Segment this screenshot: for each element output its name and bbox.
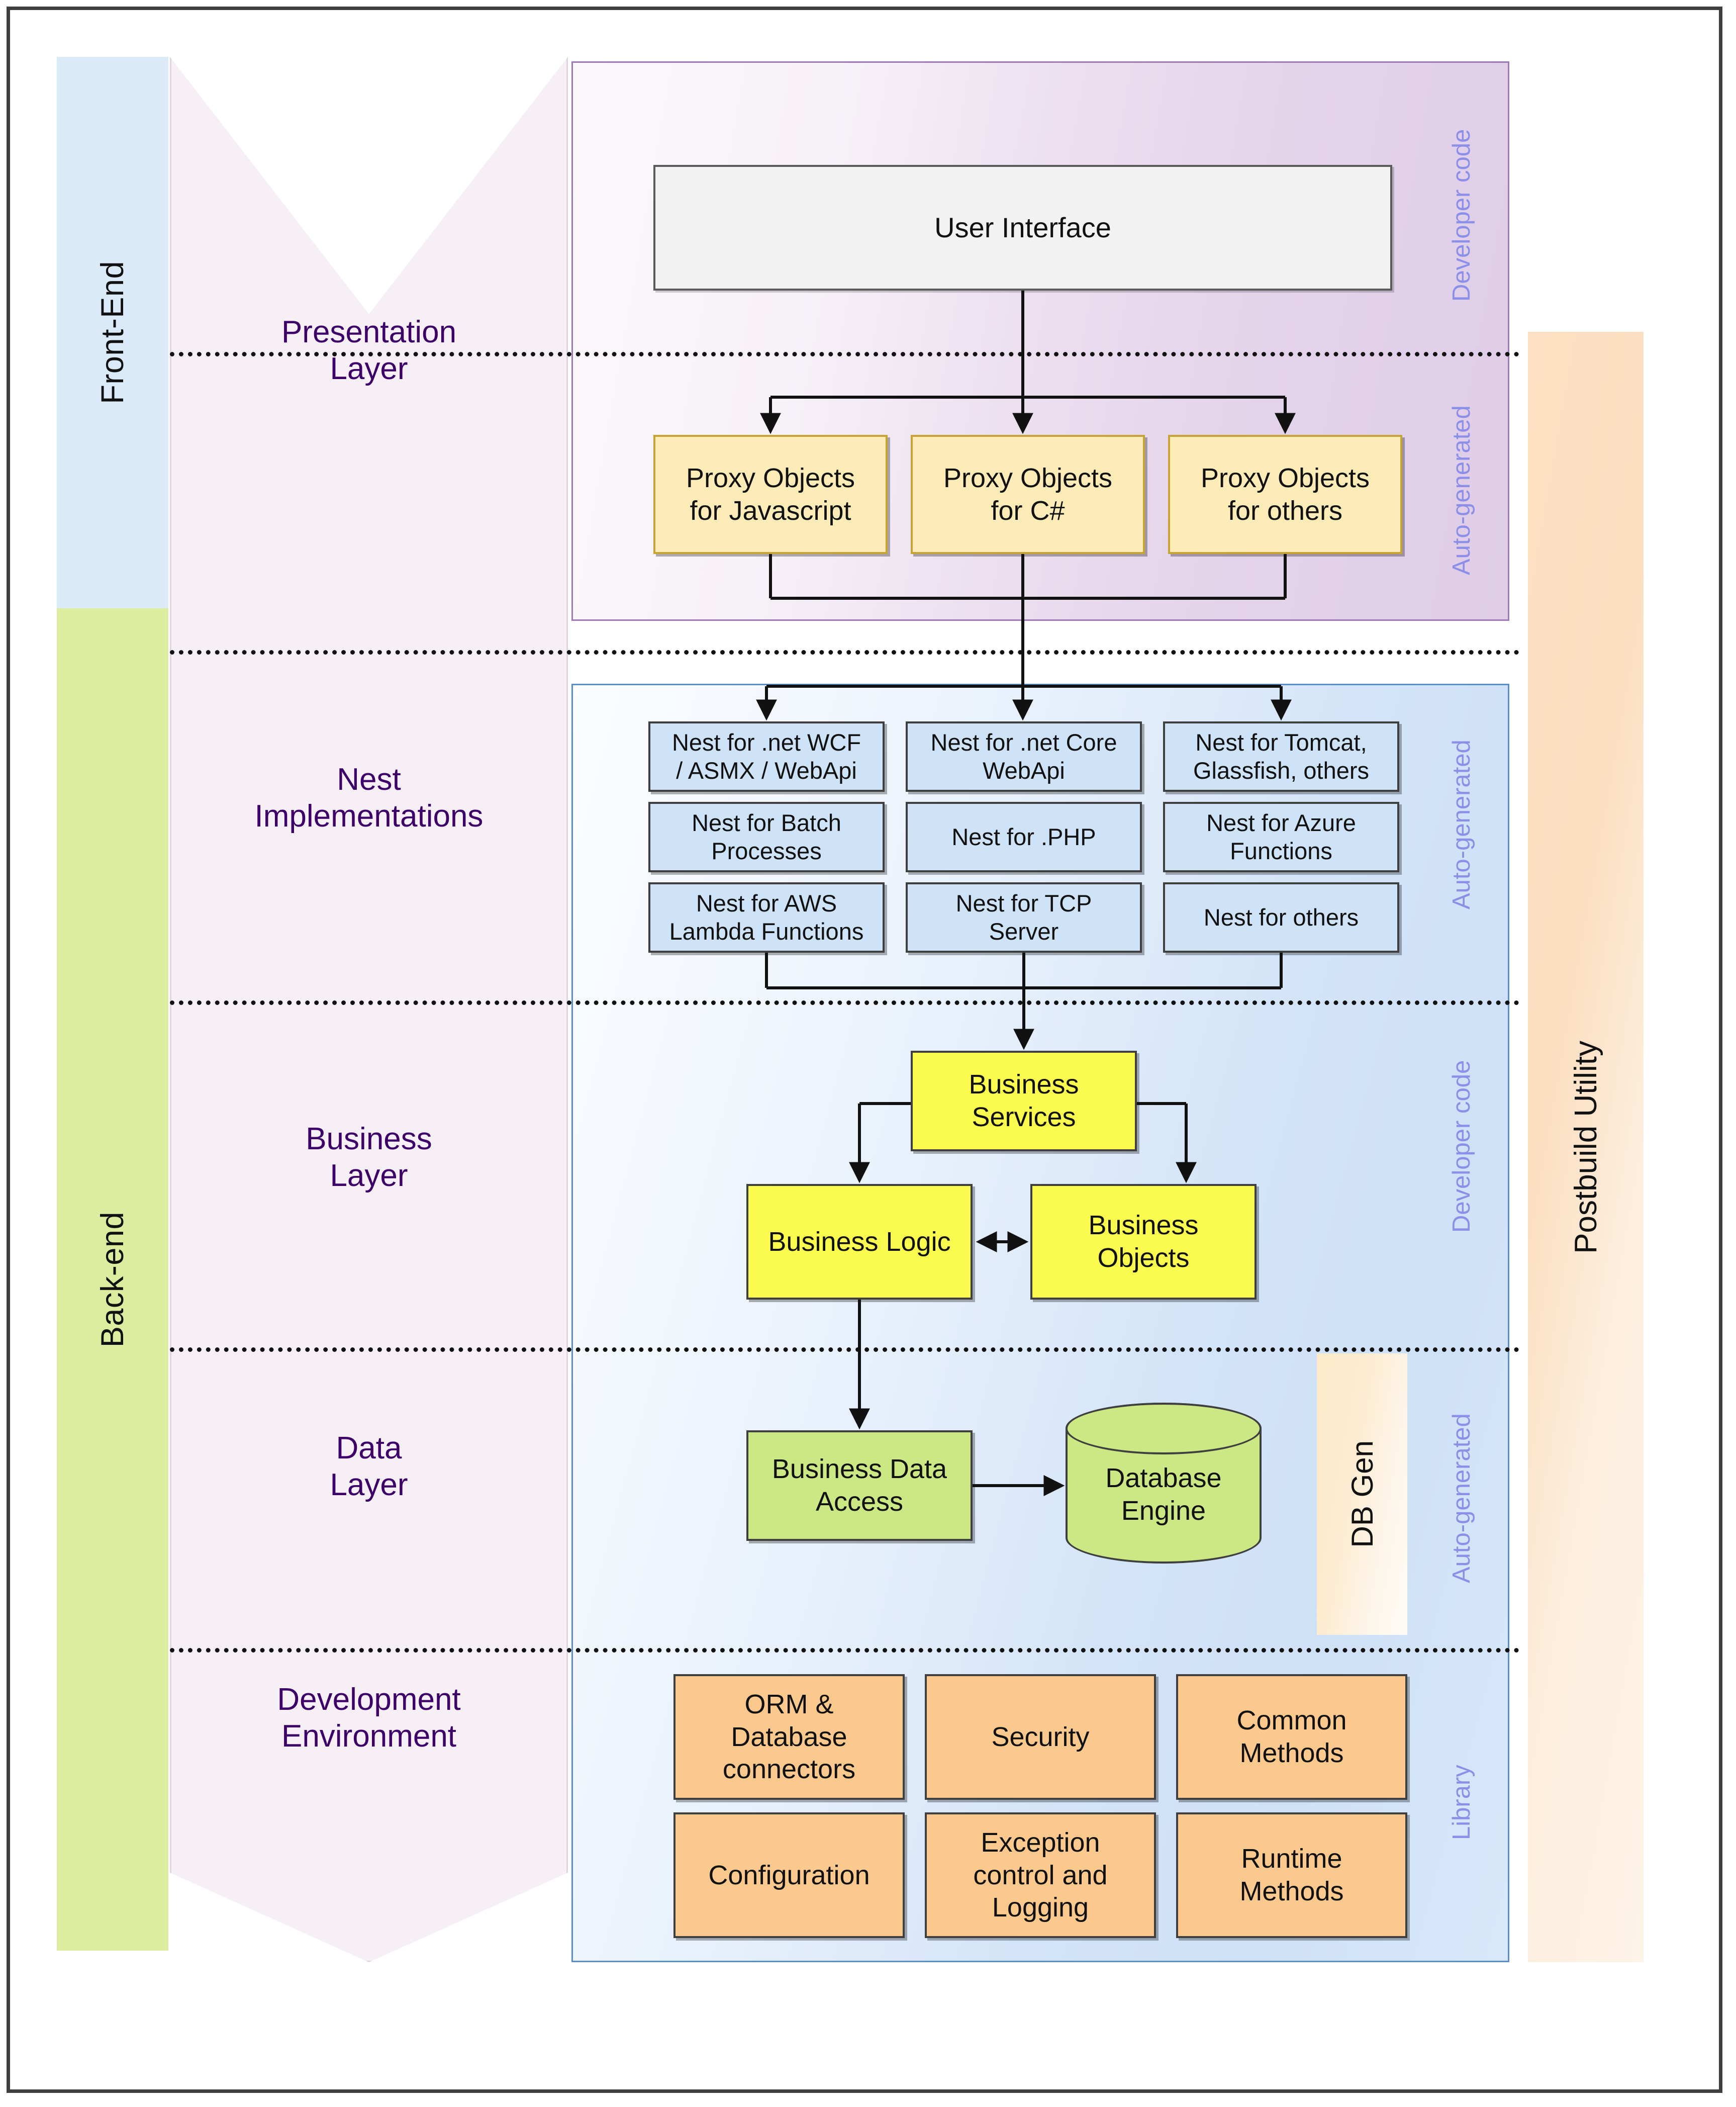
- tier-label-front-end: Front-End: [95, 261, 130, 404]
- tier-band-front-end: Front-End: [57, 57, 168, 608]
- node-proxy-objects-csharp[interactable]: Proxy Objects for C#: [911, 435, 1145, 554]
- node-nest-others[interactable]: Nest for others: [1163, 882, 1399, 953]
- side-note-auto-generated-presentation: Auto-generated: [1448, 405, 1475, 575]
- node-nest-dotnet-core-webapi[interactable]: Nest for .net Core WebApi: [906, 721, 1142, 792]
- tier-band-back-end: Back-end: [57, 608, 168, 1951]
- node-proxy-objects-javascript[interactable]: Proxy Objects for Javascript: [653, 435, 888, 554]
- node-nest-dotnet-wcf[interactable]: Nest for .net WCF / ASMX / WebApi: [648, 721, 885, 792]
- divider-nest-business: [170, 1000, 1519, 1005]
- node-nest-batch-processes[interactable]: Nest for Batch Processes: [648, 802, 885, 872]
- node-nest-azure-functions[interactable]: Nest for Azure Functions: [1163, 802, 1399, 872]
- architecture-diagram: Front-End Back-end Presentation Layer Ne…: [0, 0, 1736, 2107]
- side-note-auto-generated-nest: Auto-generated: [1448, 740, 1475, 909]
- db-gen-column: DB Gen: [1317, 1353, 1407, 1635]
- node-exception-control-logging[interactable]: Exception control and Logging: [925, 1812, 1156, 1938]
- node-security[interactable]: Security: [925, 1674, 1156, 1800]
- node-configuration[interactable]: Configuration: [673, 1812, 905, 1938]
- layer-label-nest: Nest Implementations: [254, 762, 484, 834]
- divider-presentation-split: [170, 352, 1519, 356]
- node-common-methods[interactable]: Common Methods: [1176, 1674, 1407, 1800]
- side-note-auto-generated-data: Auto-generated: [1448, 1413, 1475, 1583]
- node-proxy-objects-others[interactable]: Proxy Objects for others: [1168, 435, 1402, 554]
- divider-data-development: [170, 1648, 1519, 1653]
- node-orm-database-connectors[interactable]: ORM & Database connectors: [673, 1674, 905, 1800]
- db-gen-label: DB Gen: [1345, 1440, 1379, 1548]
- node-user-interface[interactable]: User Interface: [653, 165, 1392, 291]
- node-nest-tomcat-glassfish[interactable]: Nest for Tomcat, Glassfish, others: [1163, 721, 1399, 792]
- tier-label-back-end: Back-end: [95, 1211, 130, 1348]
- node-nest-tcp-server[interactable]: Nest for TCP Server: [906, 882, 1142, 953]
- layer-label-data: Data Layer: [330, 1431, 408, 1502]
- node-database-engine[interactable]: Database Engine: [1066, 1403, 1262, 1564]
- postbuild-utility-column: Postbuild Utility: [1528, 332, 1644, 1962]
- layer-label-presentation: Presentation Layer: [281, 315, 457, 386]
- divider-business-data: [170, 1347, 1519, 1352]
- node-business-objects[interactable]: Business Objects: [1030, 1184, 1257, 1300]
- node-business-services[interactable]: Business Services: [911, 1051, 1137, 1151]
- side-note-developer-code-presentation: Developer code: [1448, 129, 1475, 302]
- side-note-developer-code-business: Developer code: [1448, 1060, 1475, 1233]
- node-nest-aws-lambda[interactable]: Nest for AWS Lambda Functions: [648, 882, 885, 953]
- node-business-logic[interactable]: Business Logic: [746, 1184, 973, 1300]
- node-nest-php[interactable]: Nest for .PHP: [906, 802, 1142, 872]
- divider-presentation-nest: [170, 650, 1519, 655]
- side-note-library: Library: [1448, 1765, 1475, 1840]
- layer-label-business: Business Layer: [306, 1122, 432, 1193]
- node-business-data-access[interactable]: Business Data Access: [746, 1430, 973, 1541]
- node-runtime-methods[interactable]: Runtime Methods: [1176, 1812, 1407, 1938]
- database-engine-label: Database Engine: [1105, 1463, 1222, 1526]
- postbuild-utility-label: Postbuild Utility: [1568, 1040, 1603, 1254]
- layer-label-development: Development Environment: [277, 1682, 461, 1754]
